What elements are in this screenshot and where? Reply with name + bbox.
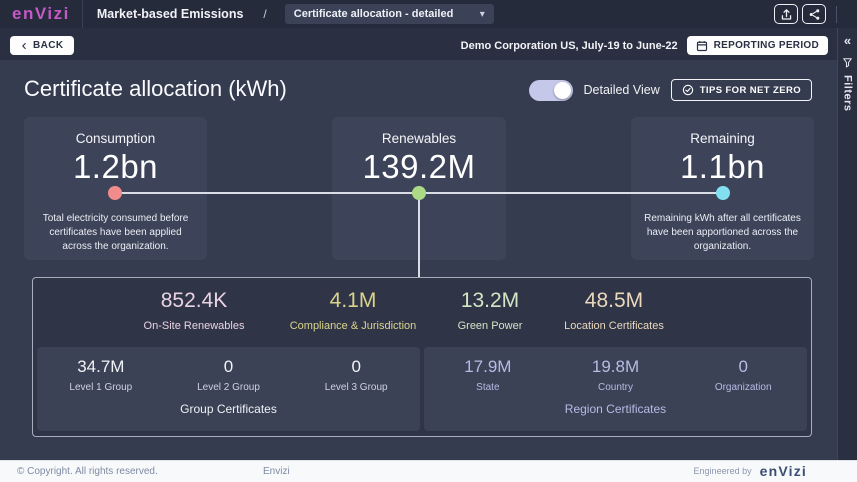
tips-button-label: TIPS FOR NET ZERO	[699, 84, 801, 96]
region-certificates-panel: 17.9M State 19.8M Country 0 Organization…	[424, 347, 807, 431]
page-header-actions: Detailed View TIPS FOR NET ZERO	[528, 79, 812, 101]
stat-value: 0	[738, 357, 748, 376]
stat-value: 4.1M	[329, 289, 377, 312]
breadcrumb-separator: /	[263, 7, 267, 21]
context-bar: BACK Demo Corporation US, July-19 to Jun…	[0, 28, 837, 60]
reporting-period-button[interactable]: REPORTING PERIOD	[686, 36, 828, 55]
check-circle-icon	[682, 84, 693, 96]
state-stat: 17.9M State	[424, 357, 552, 393]
level-2-group-stat: 0 Level 2 Group	[165, 357, 293, 393]
share-button[interactable]	[802, 4, 826, 24]
context-bar-right: Demo Corporation US, July-19 to June-22 …	[461, 36, 828, 55]
tips-for-net-zero-button[interactable]: TIPS FOR NET ZERO	[670, 79, 812, 101]
back-button[interactable]: BACK	[10, 36, 74, 55]
stat-value: 13.2M	[460, 289, 520, 312]
flow-connector-line-vertical	[418, 193, 420, 277]
stat-label: Country	[598, 382, 634, 393]
collapse-panel-icon[interactable]: «	[844, 34, 851, 47]
stat-label: Level 1 Group	[69, 382, 133, 393]
stat-label: Green Power	[457, 320, 523, 332]
footer: © Copyright. All rights reserved. Envizi…	[0, 460, 857, 482]
country-stat: 19.8M Country	[552, 357, 680, 393]
card-value: 139.2M	[362, 148, 476, 185]
envizi-logo[interactable]: enVizi	[12, 4, 70, 24]
group-certificates-caption: Group Certificates	[180, 402, 277, 416]
stat-label: Location Certificates	[564, 320, 664, 332]
envizi-footer-logo: enVizi	[759, 463, 807, 479]
detailed-view-toggle[interactable]	[528, 79, 573, 101]
copyright-text: © Copyright. All rights reserved.	[17, 466, 158, 477]
card-value: 1.2bn	[72, 148, 159, 185]
certificate-allocation-dashboard: enVizi Market-based Emissions / Certific…	[0, 0, 857, 482]
footer-branding: Engineered by enVizi	[694, 463, 807, 479]
filters-sidebar: « Filters	[837, 28, 857, 460]
stat-label: Level 2 Group	[197, 382, 260, 393]
compliance-jurisdiction-stat: 4.1M Compliance & Jurisdiction	[290, 289, 417, 332]
region-certificates-caption: Region Certificates	[564, 402, 667, 416]
chevron-down-icon: ▾	[479, 8, 485, 20]
location-certificates-stat: 48.5M Location Certificates	[564, 289, 664, 332]
stat-value: 852.4K	[160, 289, 228, 312]
group-certificates-stats: 34.7M Level 1 Group 0 Level 2 Group 0 Le…	[37, 357, 420, 393]
divider	[81, 0, 83, 28]
remaining-dot	[716, 186, 730, 200]
filters-label: Filters	[841, 75, 854, 112]
group-certificates-panel: 34.7M Level 1 Group 0 Level 2 Group 0 Le…	[37, 347, 420, 431]
stat-value: 34.7M	[77, 357, 125, 376]
stat-value: 0	[351, 357, 361, 376]
card-description: Remaining kWh after all certificates hav…	[644, 213, 801, 252]
stat-value: 0	[223, 357, 234, 376]
chevron-left-icon	[22, 42, 26, 49]
stat-label: State	[476, 382, 500, 393]
breadcrumb: Market-based Emissions	[96, 7, 244, 21]
card-title: Consumption	[75, 131, 156, 146]
share-icon	[809, 8, 819, 20]
onsite-renewables-stat: 852.4K On-Site Renewables	[144, 289, 245, 332]
reporting-period-label: REPORTING PERIOD	[713, 40, 819, 51]
top-navigation-bar: enVizi Market-based Emissions / Certific…	[0, 0, 857, 28]
export-button[interactable]	[774, 4, 798, 24]
card-title: Remaining	[690, 131, 755, 146]
level-3-group-stat: 0 Level 3 Group	[292, 357, 420, 393]
main-content: Certificate allocation (kWh) Detailed Vi…	[0, 60, 837, 460]
engineered-by-label: Engineered by	[693, 466, 752, 476]
filter-icon[interactable]	[842, 57, 853, 68]
region-certificates-stats: 17.9M State 19.8M Country 0 Organization	[424, 357, 807, 393]
detailed-view-label: Detailed View	[583, 83, 660, 97]
footer-envizi-text: Envizi	[263, 466, 290, 477]
reporting-context: Demo Corporation US, July-19 to June-22	[460, 39, 678, 52]
toggle-knob	[553, 81, 571, 99]
back-label: BACK	[33, 40, 64, 51]
green-power-stat: 13.2M Green Power	[458, 289, 523, 332]
certificate-breakdown-panel: 852.4K On-Site Renewables 4.1M Complianc…	[32, 277, 812, 437]
stat-label: Level 3 Group	[324, 382, 388, 393]
card-value: 1.1bn	[679, 148, 766, 185]
stat-label: Compliance & Jurisdiction	[289, 320, 417, 332]
card-title: Renewables	[381, 131, 457, 146]
divider	[836, 6, 837, 23]
export-icon	[781, 8, 791, 20]
level-1-group-stat: 34.7M Level 1 Group	[37, 357, 165, 393]
stat-label: On-Site Renewables	[143, 320, 245, 332]
card-description: Total electricity consumed before certif…	[42, 213, 189, 252]
organization-stat: 0 Organization	[679, 357, 807, 393]
calendar-icon	[696, 40, 707, 51]
report-selector-dropdown[interactable]: Certificate allocation - detailed ▾	[284, 4, 494, 24]
stat-value: 48.5M	[584, 289, 644, 312]
consumption-dot	[108, 186, 122, 200]
stat-label: Organization	[714, 382, 772, 393]
report-selector-value: Certificate allocation - detailed	[293, 8, 454, 20]
stat-value: 19.8M	[591, 357, 640, 376]
stat-value: 17.9M	[464, 357, 512, 376]
topbar-actions	[774, 4, 826, 24]
renewables-dot	[412, 186, 426, 200]
page-title: Certificate allocation (kWh)	[24, 76, 287, 101]
